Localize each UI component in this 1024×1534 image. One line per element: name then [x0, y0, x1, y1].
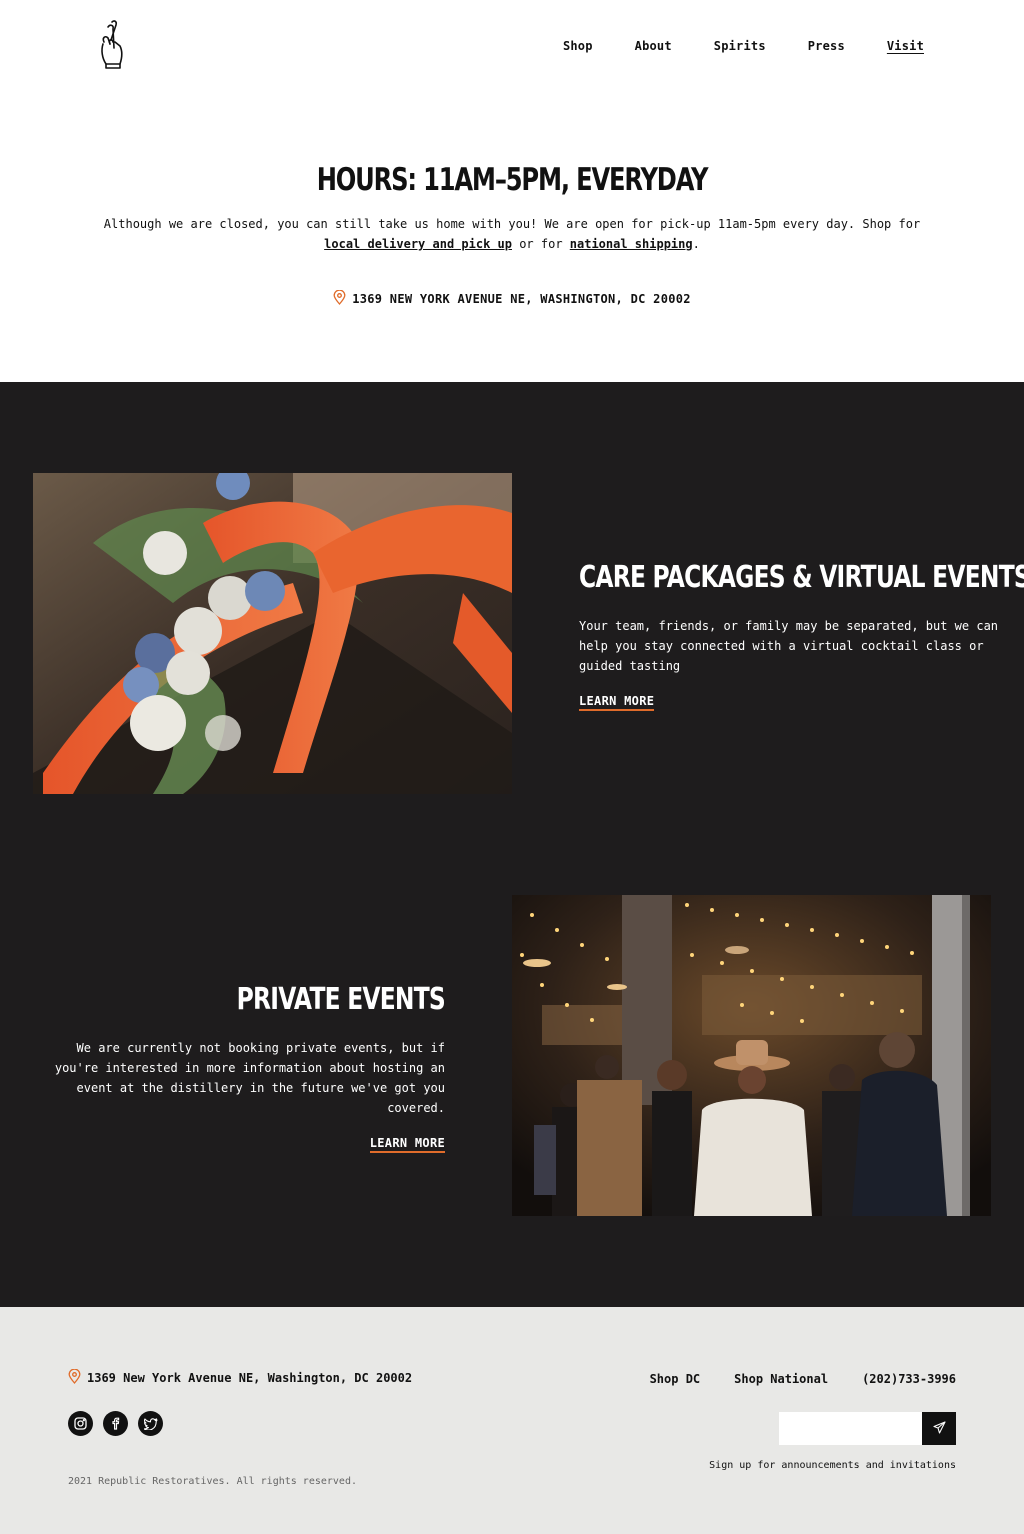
hours-title: HOURS: 11AM–5PM, EVERYDAY — [316, 162, 709, 198]
hours-section: HOURS: 11AM–5PM, EVERYDAY Although we ar… — [0, 150, 1024, 309]
social-links — [68, 1411, 163, 1436]
send-icon — [932, 1420, 946, 1437]
footer-address[interactable]: 1369 New York Avenue NE, Washington, DC … — [68, 1368, 413, 1387]
newsletter-email-input[interactable] — [779, 1412, 922, 1445]
private-events-image — [512, 895, 991, 1216]
care-packages-title: CARE PACKAGES & VIRTUAL EVENTS — [579, 560, 1024, 595]
private-events-text: We are currently not booking private eve… — [54, 1041, 445, 1115]
site-header: Shop About Spirits Press Visit — [0, 0, 1024, 100]
private-events-title: PRIVATE EVENTS — [236, 982, 446, 1017]
twitter-icon[interactable] — [138, 1411, 163, 1436]
facebook-icon[interactable] — [103, 1411, 128, 1436]
hours-text-middle: or for — [511, 237, 570, 251]
nav-press[interactable]: Press — [808, 39, 845, 53]
crossed-fingers-logo-icon[interactable] — [98, 18, 126, 70]
newsletter-form — [779, 1412, 956, 1445]
footer-shop-dc-link[interactable]: Shop DC — [650, 1372, 701, 1386]
nav-spirits[interactable]: Spirits — [714, 39, 766, 53]
site-footer: 1369 New York Avenue NE, Washington, DC … — [0, 1307, 1024, 1534]
visit-address[interactable]: 1369 NEW YORK AVENUE NE, WASHINGTON, DC … — [333, 289, 691, 308]
private-events-learn-more-link[interactable]: LEARN MORE — [369, 1136, 445, 1153]
main-nav: Shop About Spirits Press Visit — [563, 39, 924, 53]
local-delivery-link[interactable]: local delivery and pick up — [324, 237, 512, 251]
copyright-text: 2021 Republic Restoratives. All rights r… — [68, 1476, 357, 1487]
care-packages-learn-more-link[interactable]: LEARN MORE — [579, 694, 655, 711]
newsletter-submit-button[interactable] — [922, 1412, 956, 1445]
hours-text-after: . — [692, 237, 700, 251]
nav-shop[interactable]: Shop — [563, 39, 593, 53]
footer-links: Shop DC Shop National (202)733-3996 — [650, 1372, 956, 1386]
newsletter-caption: Sign up for announcements and invitation… — [709, 1460, 956, 1471]
map-pin-icon — [68, 1368, 81, 1387]
hours-description: Although we are closed, you can still ta… — [102, 214, 922, 254]
care-packages-block: CARE PACKAGES & VIRTUAL EVENTS Your team… — [579, 558, 1024, 711]
care-packages-text: Your team, friends, or family may be sep… — [579, 619, 999, 673]
nav-about[interactable]: About — [635, 39, 672, 53]
hours-text-before: Although we are closed, you can still ta… — [103, 217, 921, 231]
national-shipping-link[interactable]: national shipping — [570, 237, 693, 251]
footer-address-text: 1369 New York Avenue NE, Washington, DC … — [87, 1371, 413, 1385]
map-pin-icon — [333, 289, 346, 308]
instagram-icon[interactable] — [68, 1411, 93, 1436]
features-section: CARE PACKAGES & VIRTUAL EVENTS Your team… — [0, 382, 1024, 1307]
nav-visit[interactable]: Visit — [887, 39, 924, 53]
footer-phone-link[interactable]: (202)733-3996 — [862, 1372, 956, 1386]
footer-shop-national-link[interactable]: Shop National — [734, 1372, 828, 1386]
care-package-image — [33, 473, 512, 794]
private-events-block: PRIVATE EVENTS We are currently not book… — [30, 980, 446, 1153]
address-text: 1369 NEW YORK AVENUE NE, WASHINGTON, DC … — [352, 292, 691, 306]
